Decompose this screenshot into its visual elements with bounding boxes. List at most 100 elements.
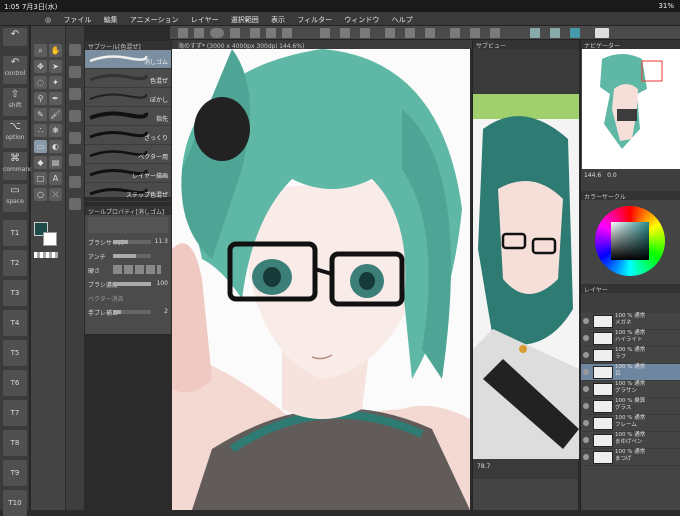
blend-tool-icon[interactable]: ◐ <box>49 140 62 153</box>
clear-icon[interactable] <box>320 28 330 38</box>
subtool-group-6-icon[interactable] <box>69 154 81 166</box>
view-mode-icon[interactable] <box>530 28 540 38</box>
lasso-tool-icon[interactable]: ◌ <box>34 76 47 89</box>
visibility-icon[interactable] <box>583 335 589 341</box>
transparent-swatch[interactable] <box>34 252 58 258</box>
airbrush-tool-icon[interactable]: ∴ <box>34 124 47 137</box>
tkey-9[interactable]: T9 <box>3 460 27 486</box>
crop-icon[interactable] <box>360 28 370 38</box>
brush-item[interactable]: 色混ぜ <box>85 69 171 88</box>
modifier-command[interactable]: ⌘ command <box>3 152 33 180</box>
ruler-icon[interactable] <box>450 28 460 38</box>
prop-row[interactable]: アンチ <box>85 249 171 263</box>
visibility-icon[interactable] <box>583 352 589 358</box>
subview-zoom[interactable]: 78.7 <box>477 463 490 470</box>
brush-item[interactable]: ステップ色混ぜ <box>85 183 171 202</box>
visibility-icon[interactable] <box>583 437 589 443</box>
layer-item[interactable]: 100 % 通常 まつげ <box>581 449 680 466</box>
layer-item[interactable]: 100 % 乗算 グラス <box>581 398 680 415</box>
layer-item[interactable]: 100 % 通常 グラサン <box>581 381 680 398</box>
tkey-4[interactable]: T4 <box>3 310 27 336</box>
export-icon[interactable] <box>282 28 292 38</box>
menu-view[interactable]: 表示 <box>266 12 290 25</box>
wand-tool-icon[interactable]: ✦ <box>49 76 62 89</box>
selection-icon[interactable] <box>385 28 395 38</box>
drawing-canvas[interactable] <box>172 49 470 510</box>
invert-icon[interactable] <box>425 28 435 38</box>
brush-item[interactable]: レイヤー描画 <box>85 164 171 183</box>
save-icon[interactable] <box>250 28 260 38</box>
layer-item[interactable]: 100 % 通常 フレーム <box>581 415 680 432</box>
prop-row[interactable]: 硬さ <box>85 263 171 277</box>
deselect-icon[interactable] <box>405 28 415 38</box>
subtool-group-5-icon[interactable] <box>69 132 81 144</box>
prop-row[interactable]: 手ブレ補正 2 <box>85 305 171 319</box>
saturation-square[interactable] <box>611 222 649 260</box>
subtool-group-1-icon[interactable] <box>69 44 81 56</box>
visibility-icon[interactable] <box>583 386 589 392</box>
layer-item[interactable]: 100 % 通常 ハイライト <box>581 330 680 347</box>
subtool-group-2-icon[interactable] <box>69 66 81 78</box>
eyedropper-tool-icon[interactable]: ⚲ <box>34 92 47 105</box>
visibility-icon[interactable] <box>583 318 589 324</box>
balloon-tool-icon[interactable]: ○ <box>34 188 47 201</box>
figure-tool-icon[interactable]: □ <box>34 172 47 185</box>
menu-help[interactable]: ヘルプ <box>387 12 418 25</box>
visibility-icon[interactable] <box>583 369 589 375</box>
menu-file[interactable]: ファイル <box>58 12 96 25</box>
modifier-option[interactable]: ⌥ option <box>3 120 27 148</box>
tkey-8[interactable]: T8 <box>3 430 27 456</box>
brush-tool-icon[interactable]: 🖌 <box>49 108 62 121</box>
subtool-group-8-icon[interactable] <box>69 198 81 210</box>
eye-icon[interactable] <box>210 28 224 38</box>
mirror-icon[interactable] <box>490 28 500 38</box>
subtool-group-7-icon[interactable] <box>69 176 81 188</box>
tkey-3[interactable]: T3 <box>3 280 27 306</box>
visibility-icon[interactable] <box>583 454 589 460</box>
fill-icon[interactable] <box>230 28 240 38</box>
tkey-10[interactable]: T10 <box>3 490 27 516</box>
tkey-6[interactable]: T6 <box>3 370 27 396</box>
brush-item[interactable]: 消しゴム <box>85 50 171 69</box>
layer-item[interactable]: 100 % 通常 ラフ <box>581 347 680 364</box>
subtool-group-3-icon[interactable] <box>69 88 81 100</box>
menu-selection[interactable]: 選択範囲 <box>226 12 264 25</box>
modifier-shift[interactable]: ⇧ shift <box>3 88 27 116</box>
gradient-tool-icon[interactable]: ▤ <box>49 156 62 169</box>
brush-item[interactable]: 指先 <box>85 107 171 126</box>
modifier-esc[interactable]: ↶ <box>3 28 27 46</box>
layer-item[interactable]: 100 % 通常 メガネ <box>581 313 680 330</box>
navigator-zoom[interactable]: 144.6 <box>584 172 601 179</box>
correct-line-tool-icon[interactable]: ⤫ <box>49 188 62 201</box>
eraser-tool-icon[interactable]: ▭ <box>34 140 47 153</box>
new-icon[interactable] <box>266 28 276 38</box>
color-circle[interactable] <box>581 200 680 284</box>
canvas-tab[interactable]: 海のすず* (3000 x 4000px 300dpi 144.6%) <box>172 40 472 50</box>
pen-pressure-icon[interactable] <box>550 28 560 38</box>
help-icon[interactable] <box>595 28 609 38</box>
brush-item[interactable]: ベクター用 <box>85 145 171 164</box>
visibility-icon[interactable] <box>583 420 589 426</box>
color-panel-icon[interactable] <box>570 28 580 38</box>
move-tool-icon[interactable]: ✥ <box>34 60 47 73</box>
prop-row[interactable]: ブラシサイズ 11.3 <box>85 235 171 249</box>
hand-tool-icon[interactable]: ✋ <box>49 44 62 57</box>
navigator-preview[interactable] <box>582 49 680 169</box>
prop-row[interactable]: ブラシ濃度 100 <box>85 277 171 291</box>
navigator-angle[interactable]: 0.0 <box>607 172 617 179</box>
pen-tool-icon[interactable]: ✒ <box>49 92 62 105</box>
prop-row[interactable]: ベクター消去 <box>85 291 171 305</box>
snap-icon[interactable] <box>470 28 480 38</box>
grid-icon[interactable] <box>178 28 188 38</box>
fill-tool-icon[interactable]: ◆ <box>34 156 47 169</box>
pencil-tool-icon[interactable]: ✎ <box>34 108 47 121</box>
app-logo-icon[interactable]: ◎ <box>40 13 56 24</box>
tkey-7[interactable]: T7 <box>3 400 27 426</box>
tkey-2[interactable]: T2 <box>3 250 27 276</box>
text-tool-icon[interactable]: A <box>49 172 62 185</box>
visibility-icon[interactable] <box>583 403 589 409</box>
menu-filter[interactable]: フィルター <box>292 12 337 25</box>
transform-icon[interactable] <box>340 28 350 38</box>
tkey-1[interactable]: T1 <box>3 220 27 246</box>
menu-layer[interactable]: レイヤー <box>186 12 224 25</box>
